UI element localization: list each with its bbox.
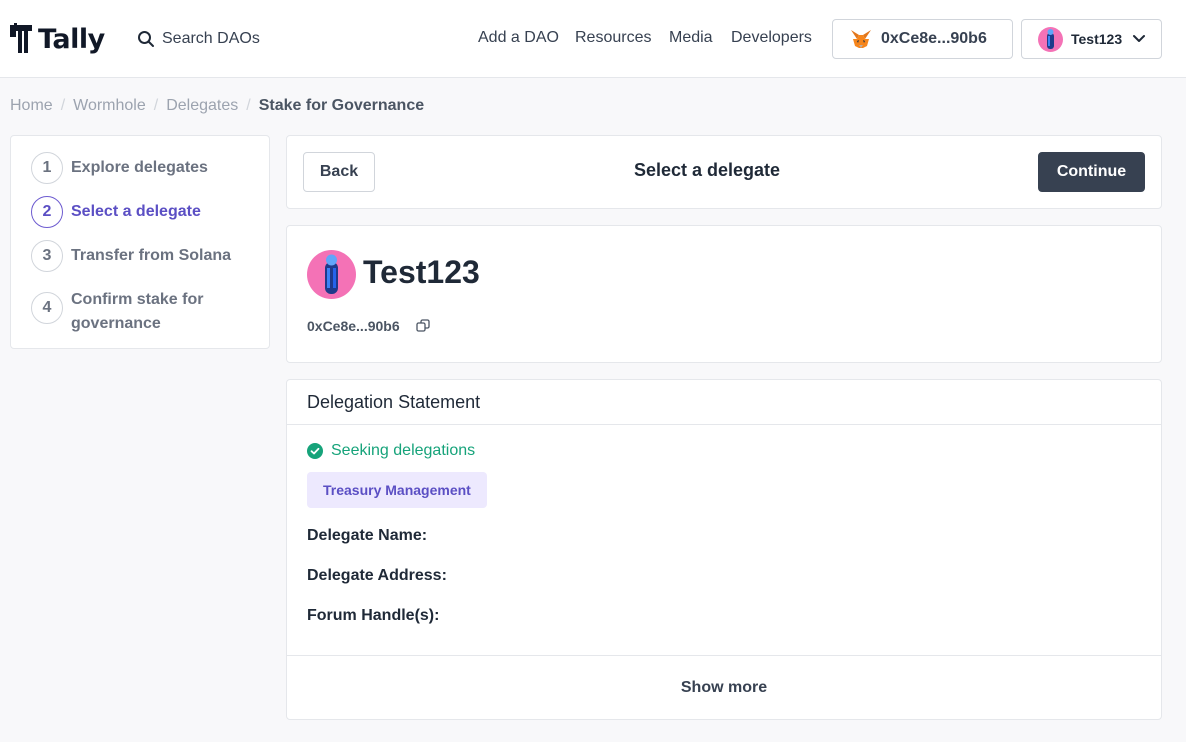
tally-logo[interactable]: Tally bbox=[10, 22, 105, 56]
nav-resources[interactable]: Resources bbox=[575, 29, 651, 47]
action-bar-card: Back Select a delegate Continue bbox=[286, 135, 1162, 209]
copy-icon[interactable] bbox=[415, 319, 430, 333]
delegate-address: 0xCe8e...90b6 bbox=[307, 318, 400, 334]
avatar-figure-icon bbox=[325, 254, 338, 294]
delegate-address-row: 0xCe8e...90b6 bbox=[307, 318, 430, 334]
step-label: Explore delegates bbox=[71, 159, 208, 176]
focus-area-tag: Treasury Management bbox=[307, 472, 487, 508]
tally-logo-icon bbox=[10, 23, 32, 53]
breadcrumb-current: Stake for Governance bbox=[258, 97, 425, 114]
step-label: Select a delegate bbox=[71, 203, 201, 220]
search-placeholder: Search DAOs bbox=[162, 30, 260, 47]
nav-developers[interactable]: Developers bbox=[731, 29, 812, 47]
step-select-delegate[interactable]: 2 Select a delegate bbox=[31, 196, 236, 228]
field-forum-handles: Forum Handle(s): bbox=[307, 607, 440, 624]
breadcrumb-separator: / bbox=[246, 97, 251, 114]
metamask-fox-icon bbox=[851, 30, 871, 48]
breadcrumb-separator: / bbox=[153, 97, 159, 114]
seeking-delegations-status: Seeking delegations bbox=[307, 442, 475, 460]
page-title: Select a delegate bbox=[633, 160, 781, 180]
avatar bbox=[307, 250, 356, 299]
breadcrumb: Home / Wormhole / Delegates / Stake for Govern… bbox=[10, 97, 424, 115]
nav-add-dao[interactable]: Add a DAO bbox=[478, 29, 559, 47]
step-label: Transfer from Solana bbox=[71, 247, 232, 264]
step-number: 2 bbox=[31, 196, 63, 228]
stepper-card: 1 Explore delegates 2 Select a delegate … bbox=[10, 135, 270, 349]
step-number: 1 bbox=[31, 152, 63, 184]
search-dao-input[interactable]: Search DAOs bbox=[137, 27, 260, 51]
breadcrumb-separator: / bbox=[60, 97, 66, 114]
delegation-statement-card: Delegation Statement Seeking delegations… bbox=[286, 379, 1162, 720]
step-explore-delegates[interactable]: 1 Explore delegates bbox=[31, 152, 236, 184]
search-icon bbox=[138, 31, 154, 47]
user-menu-button[interactable]: Test123 bbox=[1021, 19, 1162, 59]
step-label: Confirm stake for governance bbox=[71, 291, 204, 332]
avatar-figure-icon bbox=[1047, 28, 1054, 49]
step-transfer-from-solana[interactable]: 3 Transfer from Solana bbox=[31, 240, 236, 272]
field-delegate-address: Delegate Address: bbox=[307, 567, 447, 584]
statement-title: Delegation Statement bbox=[287, 380, 1161, 425]
top-header: Tally Search DAOs Add a DAO Resources Me… bbox=[0, 0, 1186, 78]
avatar bbox=[1038, 26, 1063, 52]
nav-media[interactable]: Media bbox=[669, 29, 713, 47]
user-name: Test123 bbox=[1071, 31, 1123, 47]
logo-text: Tally bbox=[38, 23, 105, 55]
wallet-button[interactable]: 0xCe8e...90b6 bbox=[832, 19, 1013, 59]
step-number: 4 bbox=[31, 292, 63, 324]
step-number: 3 bbox=[31, 240, 63, 272]
breadcrumb-wormhole[interactable]: Wormhole bbox=[73, 97, 146, 115]
status-text: Seeking delegations bbox=[331, 442, 476, 459]
delegate-name: Test123 bbox=[363, 254, 480, 290]
wallet-address: 0xCe8e...90b6 bbox=[881, 30, 987, 47]
delegate-profile-card: Test123 0xCe8e...90b6 bbox=[286, 225, 1162, 363]
chevron-down-icon bbox=[1133, 35, 1146, 42]
breadcrumb-home[interactable]: Home bbox=[10, 97, 53, 115]
field-delegate-name: Delegate Name: bbox=[307, 527, 428, 544]
continue-button[interactable]: Continue bbox=[1038, 152, 1145, 192]
show-more-button[interactable]: Show more bbox=[287, 655, 1161, 719]
breadcrumb-delegates[interactable]: Delegates bbox=[166, 97, 238, 115]
step-confirm-stake[interactable]: 4 Confirm stake for governance bbox=[31, 291, 236, 336]
check-circle-icon bbox=[307, 443, 323, 459]
